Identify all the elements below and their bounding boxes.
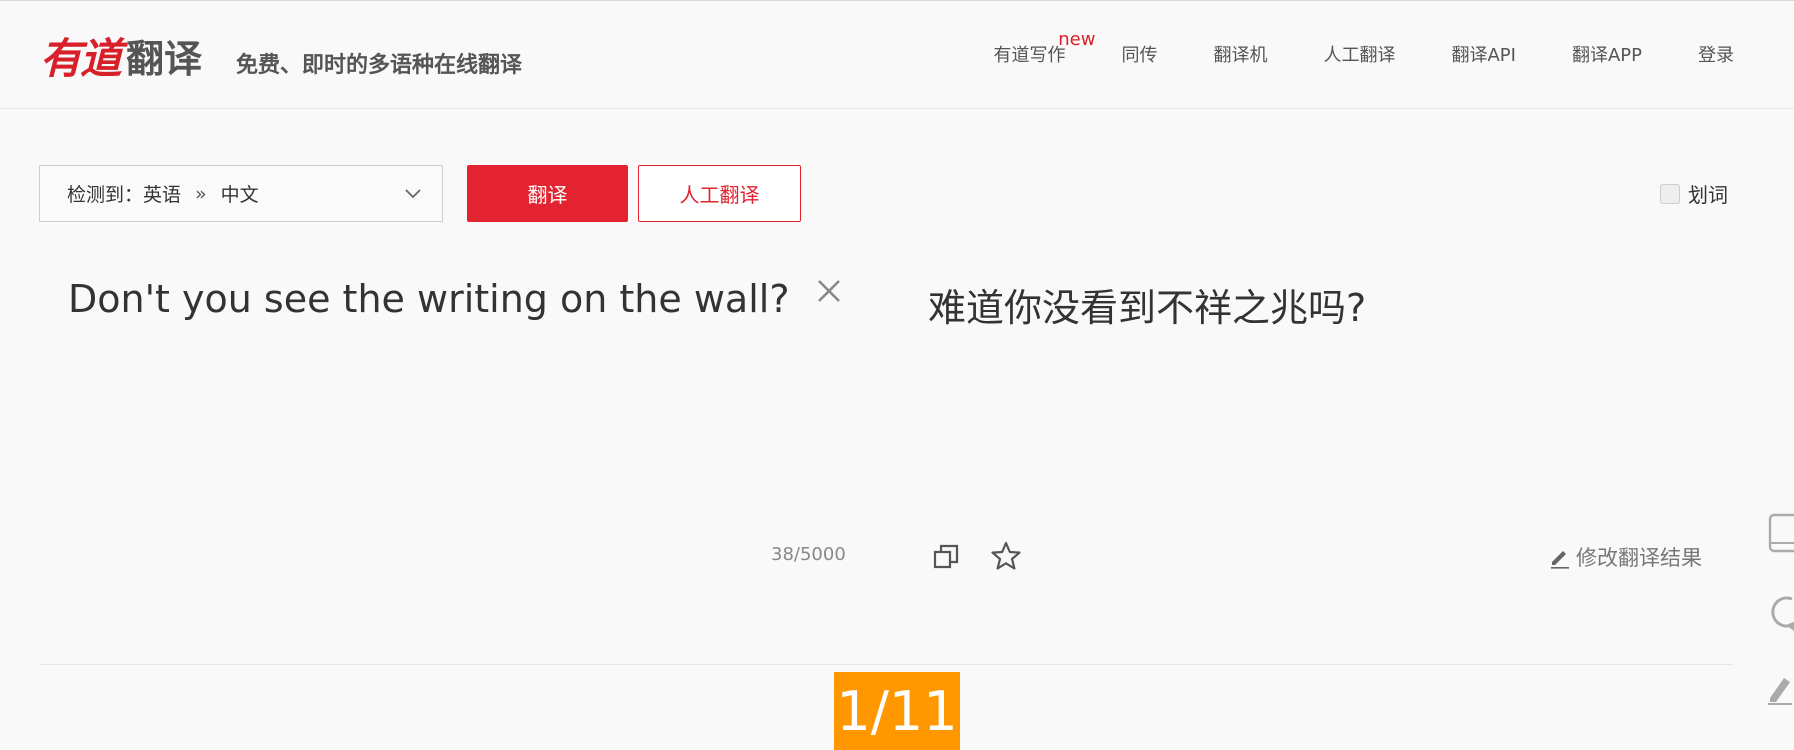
slogan: 免费、即时的多语种在线翻译 (236, 53, 523, 78)
nav-item-login[interactable]: 登录 (1698, 41, 1734, 67)
nav-item-writing[interactable]: 有道写作 new (993, 29, 1095, 67)
new-badge: new (1058, 29, 1096, 50)
youdao-translate-page: 有道 翻译 免费、即时的多语种在线翻译 有道写作 new 同传 翻译机 人工翻译… (0, 0, 1794, 750)
source-input[interactable]: Don't you see the writing on the wall? (68, 277, 790, 321)
nav-item-app[interactable]: 翻译APP (1572, 41, 1642, 67)
divider (39, 664, 1733, 665)
huaci-toggle[interactable]: 划词 (1660, 179, 1728, 208)
edit-translation-button[interactable]: 修改翻译结果 (1548, 542, 1702, 572)
page-indicator: 1/11 (834, 672, 960, 750)
header: 有道 翻译 免费、即时的多语种在线翻译 有道写作 new 同传 翻译机 人工翻译… (0, 1, 1794, 109)
nav-item-translator-device[interactable]: 翻译机 (1213, 41, 1267, 67)
logo[interactable]: 有道 翻译 (40, 27, 202, 83)
copy-icon[interactable] (932, 543, 960, 571)
pencil-icon (1551, 551, 1569, 569)
target-language: 中文 (220, 184, 259, 206)
close-icon[interactable] (815, 277, 843, 305)
nav-item-simultaneous[interactable]: 同传 (1121, 41, 1157, 67)
logo-word: 翻译 (126, 36, 203, 81)
huaci-checkbox[interactable] (1660, 183, 1680, 204)
logo-mark: 有道 (40, 33, 122, 83)
nav-item-human-translation[interactable]: 人工翻译 (1323, 41, 1395, 67)
char-count: 38/5000 (771, 544, 846, 565)
human-translate-button[interactable]: 人工翻译 (638, 165, 801, 222)
language-select[interactable]: 检测到：英语 » 中文 (39, 165, 443, 222)
edit-translation-label: 修改翻译结果 (1576, 546, 1702, 570)
detected-language: 检测到：英语 (67, 184, 182, 206)
tablet-icon[interactable] (1766, 513, 1794, 553)
top-nav: 有道写作 new 同传 翻译机 人工翻译 翻译API 翻译APP 登录 (993, 29, 1734, 67)
translate-button[interactable]: 翻译 (467, 165, 628, 222)
chevron-down-icon (405, 189, 421, 199)
huaci-label: 划词 (1688, 183, 1728, 207)
nav-item-api[interactable]: 翻译API (1451, 41, 1515, 67)
star-icon[interactable] (991, 541, 1021, 571)
translation-output: 难道你没看到不祥之兆吗? (928, 286, 1367, 330)
refresh-icon[interactable] (1766, 591, 1794, 631)
nav-item-label: 有道写作 (993, 45, 1066, 66)
edit-icon[interactable] (1766, 666, 1794, 706)
language-separator: » (195, 182, 207, 205)
